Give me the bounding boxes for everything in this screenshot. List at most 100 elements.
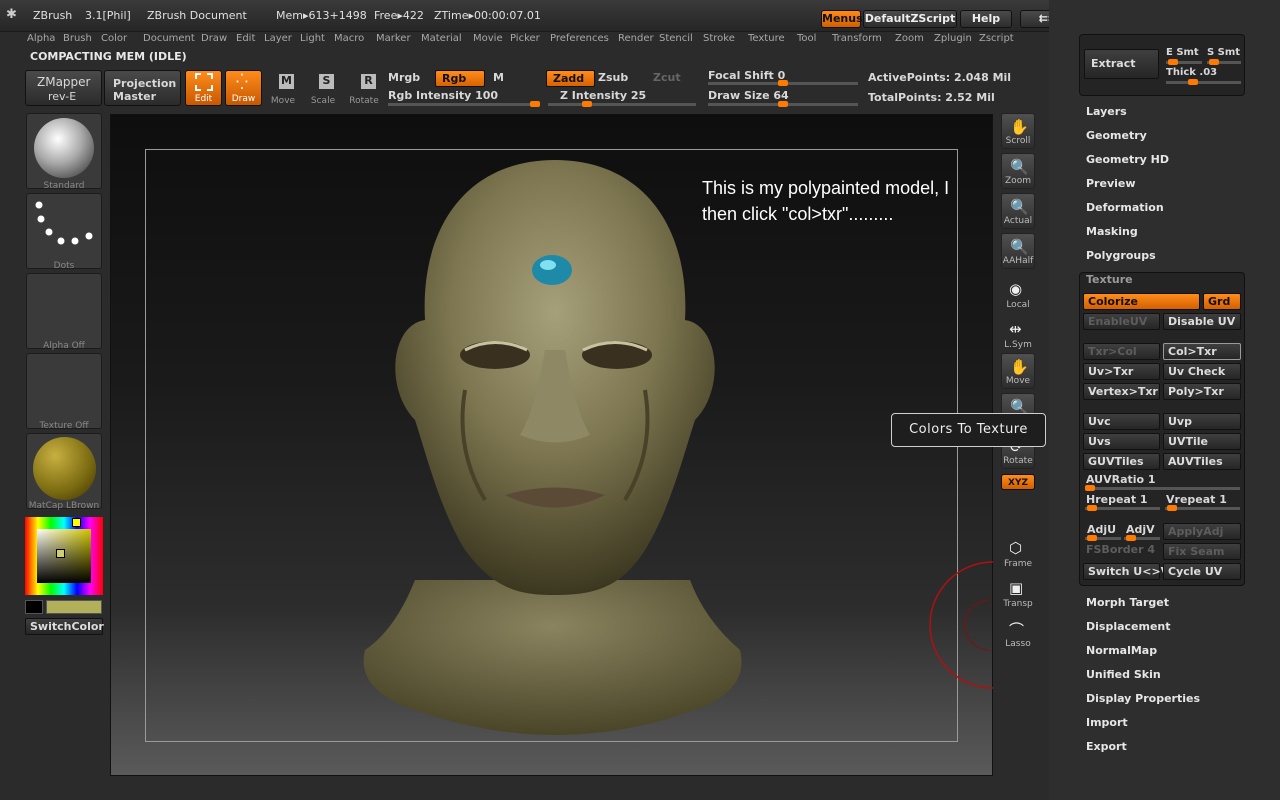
tray-menu-unified-skin[interactable]: Unified Skin xyxy=(1086,668,1161,681)
menu-render[interactable]: Render xyxy=(618,33,654,44)
tray-menu-normalmap[interactable]: NormalMap xyxy=(1086,644,1157,657)
menu-preferences[interactable]: Preferences xyxy=(550,33,609,44)
menu-edit[interactable]: Edit xyxy=(236,33,255,44)
transp-button[interactable]: ▣ Transp xyxy=(1001,575,1035,611)
polypainted-head-model[interactable] xyxy=(355,150,755,750)
move-button[interactable]: ✋ Move xyxy=(1001,353,1035,389)
move-mode-button[interactable]: M Move xyxy=(265,72,301,106)
menu-macro[interactable]: Macro xyxy=(334,33,364,44)
zcut-toggle[interactable]: Zcut xyxy=(653,71,681,84)
auvtiles-button[interactable]: AUVTiles xyxy=(1163,453,1241,470)
lsym-button[interactable]: ⇹ L.Sym xyxy=(1001,316,1035,352)
xyz-button[interactable]: XYZ xyxy=(1001,474,1035,490)
menu-stencil[interactable]: Stencil xyxy=(659,33,693,44)
m-toggle[interactable]: M xyxy=(493,71,504,84)
extract-button[interactable]: Extract xyxy=(1084,49,1159,79)
menu-light[interactable]: Light xyxy=(300,33,325,44)
grd-button[interactable]: Grd xyxy=(1203,293,1241,310)
mrgb-toggle[interactable]: Mrgb xyxy=(388,71,420,84)
focal-shift-slider[interactable] xyxy=(708,80,858,86)
tray-menu-display-properties[interactable]: Display Properties xyxy=(1086,692,1200,705)
menu-stroke[interactable]: Stroke xyxy=(703,33,735,44)
fix-seam-button[interactable]: Fix Seam xyxy=(1163,543,1241,560)
menus-button[interactable]: Menus xyxy=(821,10,863,28)
edit-mode-button[interactable]: Edit xyxy=(185,70,222,106)
guvtiles-button[interactable]: GUVTiles xyxy=(1083,453,1160,470)
main-color-swatch[interactable] xyxy=(46,600,102,614)
zsub-toggle[interactable]: Zsub xyxy=(598,71,628,84)
brush-picker[interactable]: Standard xyxy=(26,113,102,191)
texture-picker[interactable]: Texture Off xyxy=(26,353,102,431)
menu-movie[interactable]: Movie xyxy=(473,33,503,44)
uv-txr-button[interactable]: Uv>Txr xyxy=(1083,363,1160,380)
menu-zscript[interactable]: Zscript xyxy=(979,33,1014,44)
rgb-toggle[interactable]: Rgb xyxy=(435,70,485,87)
menu-tool[interactable]: Tool xyxy=(797,33,816,44)
tray-menu-polygroups[interactable]: Polygroups xyxy=(1086,249,1156,262)
tray-menu-export[interactable]: Export xyxy=(1086,740,1127,753)
auvratio-slider[interactable]: AUVRatio 1 xyxy=(1086,473,1156,486)
menu-layer[interactable]: Layer xyxy=(264,33,292,44)
txr-col-button[interactable]: Txr>Col xyxy=(1083,343,1160,360)
tray-menu-deformation[interactable]: Deformation xyxy=(1086,201,1164,214)
uvs-button[interactable]: Uvs xyxy=(1083,433,1160,450)
texture-panel-title[interactable]: Texture xyxy=(1086,273,1133,286)
zadd-toggle[interactable]: Zadd xyxy=(546,70,595,87)
tray-menu-displacement[interactable]: Displacement xyxy=(1086,620,1171,633)
menu-color[interactable]: Color xyxy=(101,33,127,44)
rotate-mode-button[interactable]: R Rotate xyxy=(345,72,383,106)
fsborder-slider[interactable]: FSBorder 4 xyxy=(1086,543,1155,556)
aahalf-button[interactable]: 🔍 AAHalf xyxy=(1001,233,1035,269)
color-picker[interactable] xyxy=(25,517,103,595)
material-picker[interactable]: MatCap LBrown xyxy=(26,433,102,511)
tray-menu-masking[interactable]: Masking xyxy=(1086,225,1138,238)
local-button[interactable]: ◉ Local xyxy=(1001,276,1035,312)
tray-menu-morph-target[interactable]: Morph Target xyxy=(1086,596,1169,609)
menu-brush[interactable]: Brush xyxy=(63,33,92,44)
rgb-intensity-slider[interactable] xyxy=(388,101,540,107)
tray-menu-import[interactable]: Import xyxy=(1086,716,1128,729)
switch-color-button[interactable]: SwitchColor xyxy=(25,618,104,635)
e-smt-slider[interactable]: E Smt xyxy=(1166,47,1199,58)
secondary-color-swatch[interactable] xyxy=(25,600,43,614)
menu-alpha[interactable]: Alpha xyxy=(27,33,55,44)
menu-material[interactable]: Material xyxy=(421,33,462,44)
menu-zoom[interactable]: Zoom xyxy=(895,33,924,44)
switch-uv-button[interactable]: Switch U<>V xyxy=(1083,563,1169,580)
stroke-picker[interactable]: Dots xyxy=(26,193,102,271)
menu-texture[interactable]: Texture xyxy=(748,33,785,44)
poly-txr-button[interactable]: Poly>Txr xyxy=(1163,383,1241,400)
menu-document[interactable]: Document xyxy=(143,33,195,44)
menu-marker[interactable]: Marker xyxy=(376,33,411,44)
menu-transform[interactable]: Transform xyxy=(832,33,882,44)
menu-picker[interactable]: Picker xyxy=(510,33,540,44)
default-zscript-button[interactable]: DefaultZScript xyxy=(863,10,957,28)
lasso-button[interactable]: ⌒ Lasso xyxy=(1001,615,1035,651)
cycle-uv-button[interactable]: Cycle UV xyxy=(1163,563,1241,580)
projection-master-button[interactable]: Projection Master xyxy=(104,70,181,106)
tray-menu-geometry[interactable]: Geometry xyxy=(1086,129,1147,142)
frame-button[interactable]: ⬡ Frame xyxy=(1001,535,1035,571)
z-intensity-slider[interactable] xyxy=(548,101,696,107)
menu-zplugin[interactable]: Zplugin xyxy=(934,33,972,44)
zoom-button[interactable]: 🔍 Zoom xyxy=(1001,153,1035,189)
draw-mode-button[interactable]: ⁛ Draw xyxy=(225,70,262,106)
scale-mode-button[interactable]: S Scale xyxy=(305,72,341,106)
colorize-button[interactable]: Colorize xyxy=(1083,293,1200,310)
thick-slider[interactable]: Thick .03 xyxy=(1166,67,1217,78)
uv-check-button[interactable]: Uv Check xyxy=(1163,363,1241,380)
disableuv-button[interactable]: Disable UV xyxy=(1163,313,1241,330)
uvtile-button[interactable]: UVTile xyxy=(1163,433,1241,450)
vertex-txr-button[interactable]: Vertex>Txr xyxy=(1083,383,1160,400)
applyadj-button[interactable]: ApplyAdj xyxy=(1163,523,1241,540)
scroll-button[interactable]: ✋ Scroll xyxy=(1001,113,1035,149)
tray-menu-preview[interactable]: Preview xyxy=(1086,177,1136,190)
uvp-button[interactable]: Uvp xyxy=(1163,413,1241,430)
tray-menu-layers[interactable]: Layers xyxy=(1086,105,1127,118)
draw-size-slider[interactable] xyxy=(708,101,858,107)
uvc-button[interactable]: Uvc xyxy=(1083,413,1160,430)
col-txr-button[interactable]: Col>Txr xyxy=(1163,343,1241,360)
tray-menu-geometry-hd[interactable]: Geometry HD xyxy=(1086,153,1169,166)
s-smt-slider[interactable]: S Smt xyxy=(1207,47,1240,58)
zmapper-button[interactable]: ZMapper rev-E xyxy=(25,70,102,106)
